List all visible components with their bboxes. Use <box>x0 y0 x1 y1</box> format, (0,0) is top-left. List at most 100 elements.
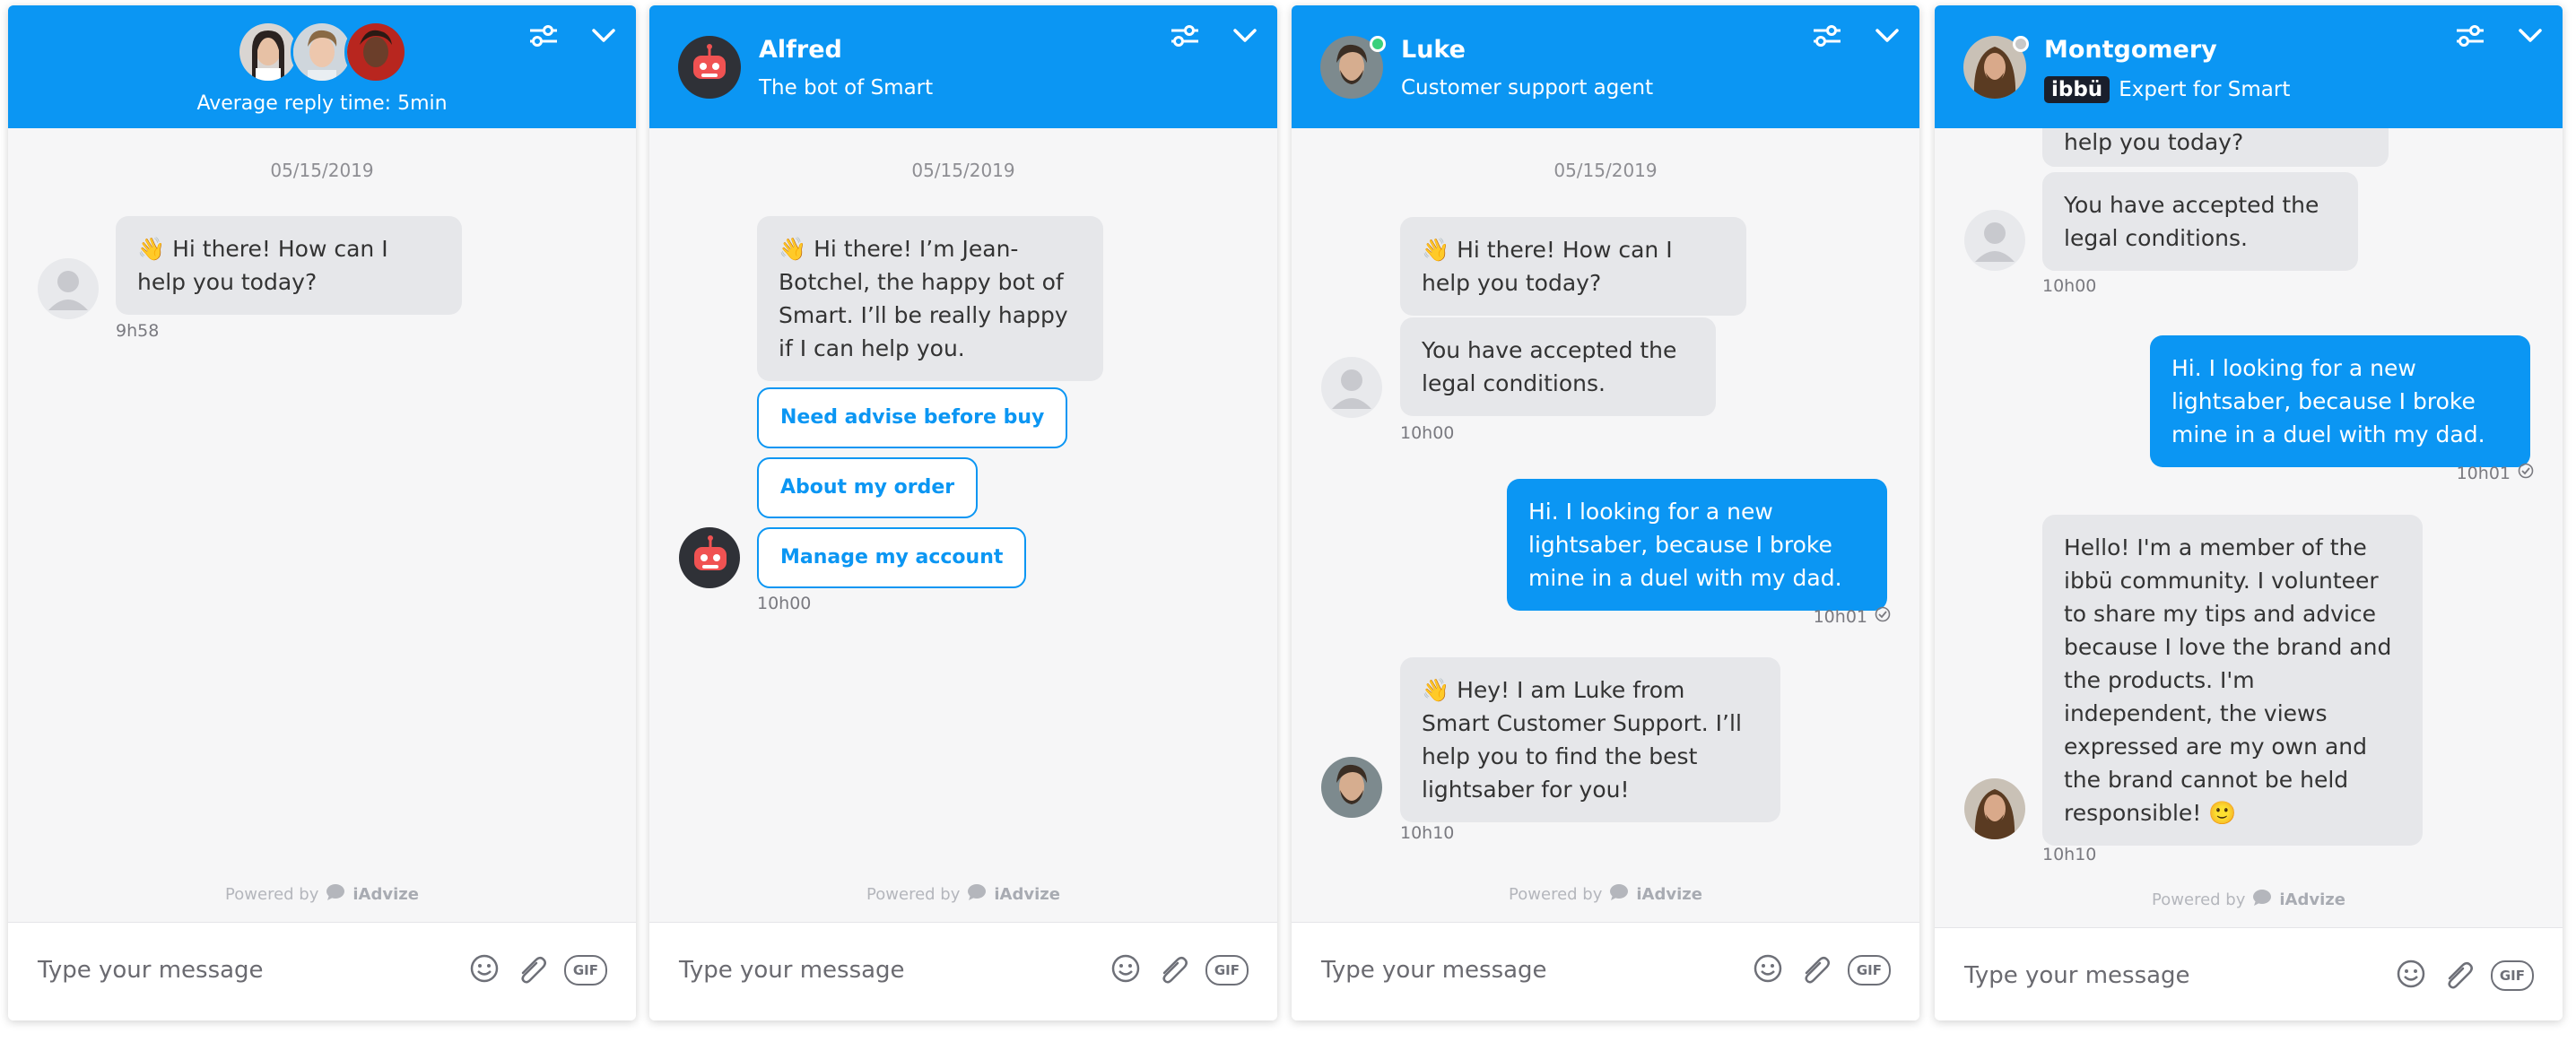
powered-by-label: Powered by <box>225 885 319 904</box>
emoji-icon[interactable] <box>1753 953 1783 987</box>
chat-panel-agent: Luke Customer support agent 05/15/2019 👋… <box>1292 5 1919 1020</box>
message-input[interactable]: Type your message <box>679 957 905 984</box>
message-time-label: 10h01 <box>2456 463 2511 483</box>
date-separator: 05/15/2019 <box>1553 160 1658 181</box>
reply-time: Average reply time: 5min <box>196 92 448 115</box>
agent-message: 👋 Hey! I am Luke from Smart Customer Sup… <box>1400 657 1780 822</box>
attachment-icon[interactable] <box>516 953 548 987</box>
agent-name: Luke <box>1401 36 1466 64</box>
message-time: 10h01 <box>2457 463 2534 483</box>
message-composer[interactable]: Type your message GIF <box>649 922 1277 1020</box>
message-time: 9h58 <box>116 321 160 341</box>
agent-message: You have accepted the legal conditions. <box>2042 172 2358 271</box>
read-check-icon <box>2518 463 2534 483</box>
agent-subtitle: Expert for Smart <box>2119 78 2291 101</box>
attachment-icon[interactable] <box>1157 953 1189 987</box>
agent-name: Alfred <box>759 36 842 64</box>
agent-name: Montgomery <box>2044 36 2217 64</box>
chat-header: Montgomery ibbü Expert for Smart <box>1935 5 2563 128</box>
settings-sliders-icon[interactable] <box>2455 25 2485 47</box>
user-message: Hi. I looking for a new lightsaber, beca… <box>2150 335 2530 467</box>
message-time: 10h00 <box>2042 276 2097 296</box>
message-time-label: 10h01 <box>1813 606 1867 627</box>
gif-button[interactable]: GIF <box>2490 960 2534 991</box>
iadvize-logo-icon <box>326 884 345 905</box>
agent-message: 👋 Hi there! How can I help you today? <box>1400 217 1746 316</box>
agent-message-tail: help you today? <box>2064 129 2244 155</box>
bot-message: 👋 Hi there! I’m Jean-Botchel, the happy … <box>757 216 1103 381</box>
chevron-down-icon[interactable] <box>591 28 616 44</box>
powered-by: Powered by iAdvize <box>8 884 636 905</box>
online-status-dot <box>1370 36 1386 52</box>
powered-by-label: Powered by <box>866 885 961 904</box>
powered-by: Powered by iAdvize <box>649 884 1277 905</box>
agent-avatar <box>1321 757 1382 818</box>
iadvize-brand: iAdvize <box>2279 890 2345 909</box>
iadvize-logo-icon <box>2252 890 2272 910</box>
chat-header: Average reply time: 5min <box>8 5 636 128</box>
powered-by: Powered by iAdvize <box>1292 884 1919 905</box>
bot-avatar <box>679 527 740 588</box>
quick-reply-account[interactable]: Manage my account <box>757 527 1027 588</box>
read-check-icon <box>1875 606 1891 627</box>
ibbu-badge: ibbü <box>2044 76 2110 103</box>
date-separator: 05/15/2019 <box>270 160 374 181</box>
message-composer[interactable]: Type your message GIF <box>1292 922 1919 1020</box>
settings-sliders-icon[interactable] <box>1170 25 1200 47</box>
message-composer[interactable]: Type your message GIF <box>8 922 636 1020</box>
avatar-generic <box>38 258 99 319</box>
message-composer[interactable]: Type your message GIF <box>1935 927 2563 1020</box>
message-time: 10h01 <box>1814 606 1891 627</box>
iadvize-brand: iAdvize <box>994 885 1060 904</box>
iadvize-brand: iAdvize <box>352 885 419 904</box>
iadvize-logo-icon <box>1609 884 1629 905</box>
chat-panel-team: Average reply time: 5min 05/15/2019 👋 Hi… <box>8 5 636 1020</box>
user-message: Hi. I looking for a new lightsaber, beca… <box>1507 479 1887 611</box>
agent-subtitle: Customer support agent <box>1401 76 1654 100</box>
chat-panel-bot: Alfred The bot of Smart 05/15/2019 👋 Hi … <box>649 5 1277 1020</box>
settings-sliders-icon[interactable] <box>1812 25 1842 47</box>
avatar-agent-woman-2 <box>344 21 407 83</box>
message-time: 10h00 <box>757 594 812 613</box>
chat-header: Alfred The bot of Smart <box>649 5 1277 128</box>
message-input[interactable]: Type your message <box>1964 962 2190 989</box>
expert-avatar <box>1964 778 2025 839</box>
team-avatars <box>237 21 407 83</box>
offline-status-dot <box>2013 36 2029 52</box>
gif-button[interactable]: GIF <box>1847 955 1891 986</box>
quick-reply-order[interactable]: About my order <box>757 457 979 518</box>
agent-message: 👋 Hi there! How can I help you today? <box>116 216 462 315</box>
chat-panel-expert: help you today? You have accepted the le… <box>1935 5 2563 1020</box>
expert-message: Hello! I'm a member of the ibbü communit… <box>2042 515 2423 846</box>
powered-by-label: Powered by <box>1509 885 1603 904</box>
chevron-down-icon[interactable] <box>2518 28 2543 44</box>
chevron-down-icon[interactable] <box>1875 28 1900 44</box>
avatar-generic <box>1321 357 1382 418</box>
quick-reply-advise[interactable]: Need advise before buy <box>757 387 1068 448</box>
emoji-icon[interactable] <box>469 953 500 987</box>
settings-sliders-icon[interactable] <box>528 25 559 47</box>
message-input[interactable]: Type your message <box>38 957 264 984</box>
chat-header: Luke Customer support agent <box>1292 5 1919 128</box>
message-time: 10h00 <box>1400 423 1455 443</box>
avatar-generic <box>1964 210 2025 271</box>
attachment-icon[interactable] <box>1799 953 1832 987</box>
agent-message: You have accepted the legal conditions. <box>1400 317 1716 416</box>
message-input[interactable]: Type your message <box>1321 957 1547 984</box>
attachment-icon[interactable] <box>2442 959 2475 993</box>
bot-avatar <box>678 36 741 99</box>
powered-by-label: Powered by <box>2152 890 2246 909</box>
gif-button[interactable]: GIF <box>563 955 607 986</box>
emoji-icon[interactable] <box>2396 959 2426 993</box>
message-time: 10h10 <box>2042 845 2097 864</box>
chevron-down-icon[interactable] <box>1232 28 1258 44</box>
powered-by: Powered by iAdvize <box>1935 890 2563 910</box>
agent-subtitle: The bot of Smart <box>759 76 934 100</box>
emoji-icon[interactable] <box>1110 953 1141 987</box>
iadvize-brand: iAdvize <box>1636 885 1702 904</box>
date-separator: 05/15/2019 <box>911 160 1015 181</box>
message-time: 10h10 <box>1400 823 1455 843</box>
agent-subtitle-row: ibbü Expert for Smart <box>2044 76 2290 103</box>
gif-button[interactable]: GIF <box>1205 955 1249 986</box>
iadvize-logo-icon <box>967 884 987 905</box>
